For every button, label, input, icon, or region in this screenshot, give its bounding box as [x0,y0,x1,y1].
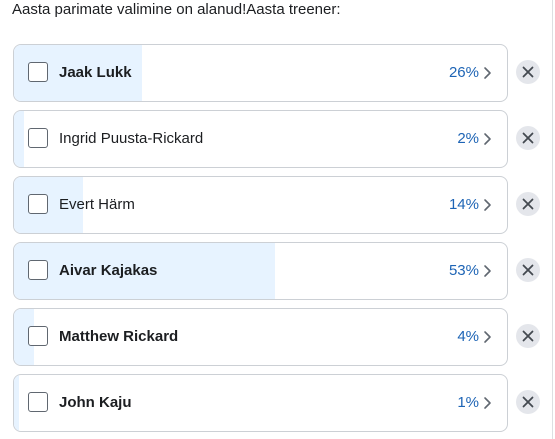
remove-option-button[interactable] [516,390,540,414]
remove-option-button[interactable] [516,324,540,348]
close-icon [522,198,534,210]
chevron-right-icon[interactable] [483,330,493,344]
poll-option[interactable]: Matthew Rickard 4% [13,308,508,366]
close-icon [522,396,534,408]
option-percent: 4% [457,328,479,345]
chevron-right-icon[interactable] [483,198,493,212]
checkbox-icon[interactable] [28,326,48,346]
poll-question: Aasta parimate valimine on alanud!Aasta … [12,1,341,18]
option-label: Aivar Kajakas [59,262,158,279]
poll-option[interactable]: John Kaju 1% [13,374,508,432]
option-percent: 1% [457,394,479,411]
poll-option[interactable]: Evert Härm 14% [13,176,508,234]
poll-option[interactable]: Jaak Lukk 26% [13,44,508,102]
close-icon [522,132,534,144]
chevron-right-icon[interactable] [483,132,493,146]
remove-option-button[interactable] [516,60,540,84]
vote-share-bar [14,375,19,431]
poll-option-row: Jaak Lukk 26% [13,44,553,102]
poll-options: Jaak Lukk 26% Ingrid Puusta-Rickard 2% E… [13,44,553,439]
option-percent: 14% [448,196,479,213]
option-label: Jaak Lukk [59,64,132,81]
chevron-right-icon[interactable] [483,66,493,80]
checkbox-icon[interactable] [28,194,48,214]
checkbox-icon[interactable] [28,128,48,148]
poll-option-row: Matthew Rickard 4% [13,308,553,366]
checkbox-icon[interactable] [28,392,48,412]
remove-option-button[interactable] [516,258,540,282]
chevron-right-icon[interactable] [483,264,493,278]
checkbox-icon[interactable] [28,62,48,82]
vote-share-bar [14,111,24,167]
remove-option-button[interactable] [516,192,540,216]
option-percent: 53% [448,262,479,279]
close-icon [522,264,534,276]
poll-option[interactable]: Ingrid Puusta-Rickard 2% [13,110,508,168]
poll-option-row: Ingrid Puusta-Rickard 2% [13,110,553,168]
poll-option-row: Aivar Kajakas 53% [13,242,553,300]
close-icon [522,66,534,78]
chevron-right-icon[interactable] [483,396,493,410]
poll-option-row: Evert Härm 14% [13,176,553,234]
option-percent: 2% [457,130,479,147]
close-icon [522,330,534,342]
option-percent: 26% [448,64,479,81]
poll-option-row: John Kaju 1% [13,374,553,432]
checkbox-icon[interactable] [28,260,48,280]
poll-page: Aasta parimate valimine on alanud!Aasta … [0,0,555,439]
option-label: Ingrid Puusta-Rickard [59,130,204,147]
remove-option-button[interactable] [516,126,540,150]
option-label: Evert Härm [59,196,135,213]
option-label: John Kaju [59,394,132,411]
poll-option[interactable]: Aivar Kajakas 53% [13,242,508,300]
option-label: Matthew Rickard [59,328,179,345]
